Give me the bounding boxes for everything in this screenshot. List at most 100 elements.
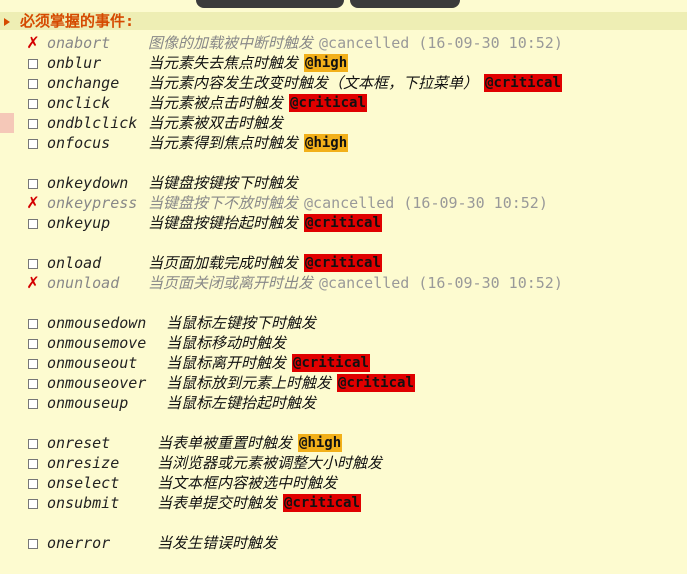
event-name: onreset — [47, 434, 111, 452]
priority-critical-tag: @critical — [337, 374, 415, 392]
checkbox-icon[interactable] — [28, 339, 38, 349]
event-description: 当鼠标放到元素上时触发 — [166, 374, 332, 392]
todo-row[interactable]: onmouseout 当鼠标离开时触发 @critical — [0, 353, 687, 373]
checkbox-icon[interactable] — [28, 259, 38, 269]
event-name: onmouseout — [47, 354, 138, 372]
priority-critical-tag: @critical — [304, 254, 382, 272]
todo-row[interactable]: onclick 当元素被点击时触发 @critical — [0, 93, 687, 113]
todo-row[interactable]: onkeydown 当键盘按键按下时触发 — [0, 173, 687, 193]
event-name: onresize — [47, 454, 120, 472]
cancelled-note: @cancelled (16-09-30 10:52) — [304, 194, 548, 212]
event-description: 当表单被重置时触发 — [157, 434, 293, 452]
cancelled-x-icon[interactable]: ✗ — [26, 33, 40, 53]
todo-row[interactable]: onerror 当发生错误时触发 — [0, 533, 687, 553]
event-description: 当表单提交时触发 — [157, 494, 278, 512]
event-description: 当发生错误时触发 — [157, 534, 278, 552]
todo-row[interactable]: onfocus 当元素得到焦点时触发 @high — [0, 133, 687, 153]
priority-critical-tag: @critical — [484, 74, 562, 92]
checkbox-icon[interactable] — [28, 59, 38, 69]
cancelled-note: @cancelled (16-09-30 10:52) — [319, 34, 563, 52]
section-header: 必须掌握的事件: — [0, 12, 687, 30]
event-name: onload — [47, 254, 102, 272]
todo-row[interactable]: ✗ onunload 当页面关闭或离开时出发 @cancelled (16-09-30… — [0, 273, 687, 293]
todo-row[interactable]: onmouseup 当鼠标左键抬起时触发 — [0, 393, 687, 413]
event-description: 当元素失去焦点时触发 — [148, 54, 299, 72]
checkbox-icon[interactable] — [28, 359, 38, 369]
checkbox-icon[interactable] — [28, 99, 38, 109]
event-name: onblur — [47, 54, 102, 72]
todo-row[interactable]: onkeyup 当键盘按键抬起时触发 @critical — [0, 213, 687, 233]
todo-row[interactable]: ondblclick 当元素被双击时触发 — [0, 113, 687, 133]
todo-row[interactable]: onsubmit 当表单提交时触发 @critical — [0, 493, 687, 513]
todo-row[interactable]: onmouseover 当鼠标放到元素上时触发 @critical — [0, 373, 687, 393]
checkbox-icon[interactable] — [28, 459, 38, 469]
checkbox-icon[interactable] — [28, 139, 38, 149]
todo-row[interactable]: ✗ onkeypress 当键盘按下不放时触发 @cancelled (16-09-3… — [0, 193, 687, 213]
event-description: 当键盘按下不放时触发 — [148, 194, 299, 212]
checkbox-icon[interactable] — [28, 119, 38, 129]
event-name: onerror — [47, 534, 111, 552]
checkbox-icon[interactable] — [28, 539, 38, 549]
event-name: onkeydown — [47, 174, 129, 192]
checkbox-icon[interactable] — [28, 479, 38, 489]
checkbox-icon[interactable] — [28, 439, 38, 449]
section-title: 必须掌握的事件: — [20, 12, 135, 30]
event-description: 图像的加载被中断时触发 — [148, 34, 314, 52]
todo-row[interactable]: onblur 当元素失去焦点时触发 @high — [0, 53, 687, 73]
event-name: onkeypress — [47, 194, 138, 212]
todo-row[interactable]: onmousemove 当鼠标移动时触发 — [0, 333, 687, 353]
checkbox-icon[interactable] — [28, 399, 38, 409]
event-description: 当鼠标左键按下时触发 — [166, 314, 317, 332]
todo-row[interactable]: onload 当页面加载完成时触发 @critical — [0, 253, 687, 273]
checkbox-icon[interactable] — [28, 499, 38, 509]
priority-high-tag: @high — [304, 134, 349, 152]
priority-critical-tag: @critical — [304, 214, 382, 232]
event-name: onmouseover — [47, 374, 147, 392]
event-name: onabort — [47, 34, 111, 52]
gutter-marker — [0, 113, 14, 133]
event-name: onmousemove — [47, 334, 147, 352]
fold-arrow-icon[interactable] — [4, 18, 10, 26]
event-name: onclick — [47, 94, 111, 112]
editor-tab-bar — [0, 0, 687, 8]
event-description: 当鼠标离开时触发 — [166, 354, 287, 372]
todo-row[interactable]: ✗ onabort 图像的加载被中断时触发 @cancelled (16-09-30 … — [0, 33, 687, 53]
cancelled-x-icon[interactable]: ✗ — [26, 193, 40, 213]
event-description: 当浏览器或元素被调整大小时触发 — [157, 454, 383, 472]
event-description: 当元素得到焦点时触发 — [148, 134, 299, 152]
event-name: onkeyup — [47, 214, 111, 232]
todo-row[interactable]: onresize 当浏览器或元素被调整大小时触发 — [0, 453, 687, 473]
checkbox-icon[interactable] — [28, 79, 38, 89]
event-description: 当页面关闭或离开时出发 — [148, 274, 314, 292]
checkbox-icon[interactable] — [28, 219, 38, 229]
event-name: onmouseup — [47, 394, 129, 412]
event-name: ondblclick — [47, 114, 138, 132]
event-name: onmousedown — [47, 314, 147, 332]
editor-tab[interactable] — [350, 0, 460, 8]
event-name: onunload — [47, 274, 120, 292]
todo-row[interactable]: onchange 当元素内容发生改变时触发（文本框，下拉菜单） @critical — [0, 73, 687, 93]
event-description: 当元素内容发生改变时触发（文本框，下拉菜单） — [148, 74, 479, 92]
priority-high-tag: @high — [304, 54, 349, 72]
cancelled-note: @cancelled (16-09-30 10:52) — [319, 274, 563, 292]
event-description: 当键盘按键抬起时触发 — [148, 214, 299, 232]
event-description: 当元素被双击时触发 — [148, 114, 284, 132]
priority-high-tag: @high — [298, 434, 343, 452]
event-description: 当页面加载完成时触发 — [148, 254, 299, 272]
todo-row[interactable]: onmousedown 当鼠标左键按下时触发 — [0, 313, 687, 333]
cancelled-x-icon[interactable]: ✗ — [26, 273, 40, 293]
event-name: onchange — [47, 74, 120, 92]
todo-row[interactable]: onreset 当表单被重置时触发 @high — [0, 433, 687, 453]
event-name: onfocus — [47, 134, 111, 152]
todo-row[interactable]: onselect 当文本框内容被选中时触发 — [0, 473, 687, 493]
event-description: 当元素被点击时触发 — [148, 94, 284, 112]
event-name: onselect — [47, 474, 120, 492]
checkbox-icon[interactable] — [28, 179, 38, 189]
priority-critical-tag: @critical — [283, 494, 361, 512]
event-description: 当文本框内容被选中时触发 — [157, 474, 338, 492]
event-description: 当鼠标移动时触发 — [166, 334, 287, 352]
checkbox-icon[interactable] — [28, 319, 38, 329]
editor-tab[interactable] — [196, 0, 344, 8]
priority-critical-tag: @critical — [289, 94, 367, 112]
checkbox-icon[interactable] — [28, 379, 38, 389]
